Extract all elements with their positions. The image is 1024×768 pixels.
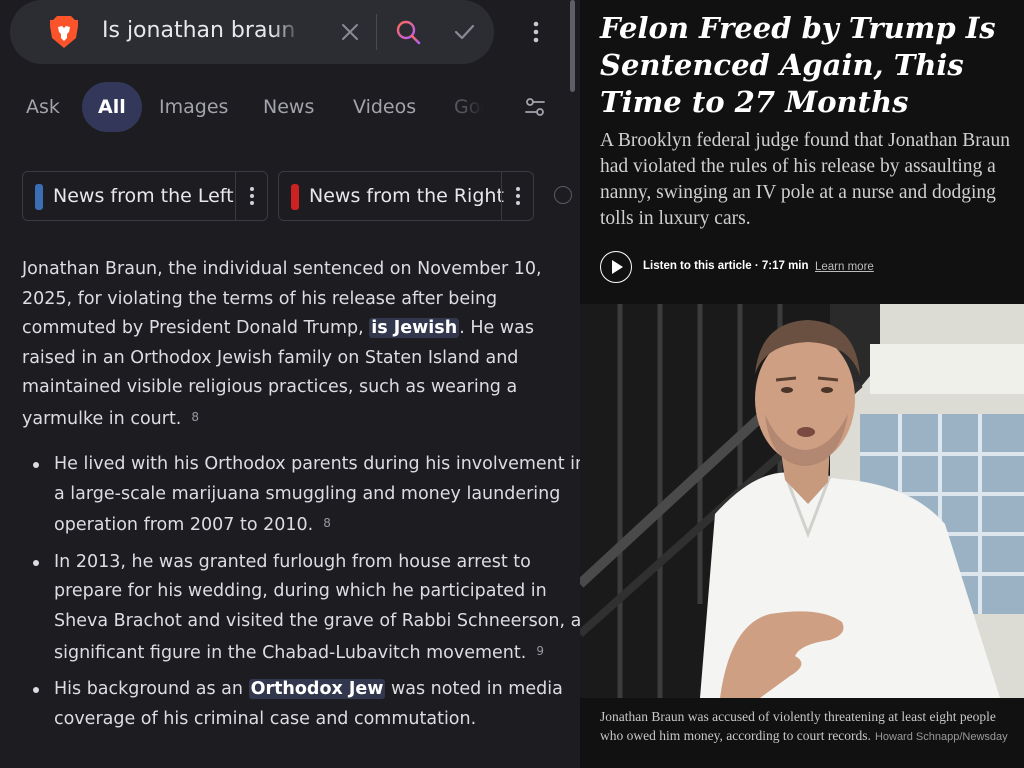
listen-to-article-label[interactable]: Listen to this article · 7:17 min <box>643 260 809 272</box>
bullet-text: He lived with his Orthodox parents durin… <box>54 454 580 536</box>
list-item: In 2013, he was granted furlough from ho… <box>33 548 580 668</box>
tab-videos[interactable]: Videos <box>353 82 416 132</box>
check-icon[interactable] <box>452 20 476 44</box>
brave-lion-icon <box>50 16 78 48</box>
chip-divider <box>501 172 502 220</box>
ai-answer-paragraph: Jonathan Braun, the individual sentenced… <box>22 255 562 435</box>
search-bar-divider <box>376 14 377 50</box>
news-from-right-chip[interactable]: News from the Right <box>278 171 534 221</box>
chip-divider <box>235 172 236 220</box>
tab-goggles[interactable]: Goggles <box>454 82 502 132</box>
tab-images[interactable]: Images <box>159 82 228 132</box>
chip-more-icon[interactable] <box>510 185 526 207</box>
bullet-text: His background as an <box>54 679 249 700</box>
answer-highlight: is Jewish <box>369 318 460 339</box>
tab-news[interactable]: News <box>263 82 314 132</box>
chip-label-right: News from the Right <box>309 185 504 207</box>
answer-bullet-list: He lived with his Orthodox parents durin… <box>22 450 580 741</box>
tab-ask[interactable]: Ask <box>26 82 60 132</box>
list-item: He lived with his Orthodox parents durin… <box>33 450 580 541</box>
play-audio-button[interactable] <box>600 251 632 283</box>
news-article-panel: Felon Freed by Trump Is Sentenced Again,… <box>580 0 1024 768</box>
answer-highlight: Orthodox Jew <box>248 679 386 700</box>
search-icon[interactable] <box>394 18 422 46</box>
more-menu-icon[interactable] <box>526 18 546 46</box>
chip-label-left: News from the Left <box>53 185 234 207</box>
right-bias-indicator <box>291 184 299 210</box>
learn-more-link[interactable]: Learn more <box>815 261 874 273</box>
tab-all[interactable]: All <box>82 82 142 132</box>
citation-link[interactable]: 8 <box>191 410 199 424</box>
bullet-text: In 2013, he was granted furlough from ho… <box>54 551 580 663</box>
search-results-panel: Is jonathan braun jewish Ask All Images … <box>0 0 580 768</box>
scrollbar[interactable] <box>570 0 575 92</box>
search-input[interactable]: Is jonathan braun jewish <box>102 18 302 43</box>
citation-link[interactable]: 9 <box>536 644 544 658</box>
article-summary: A Brooklyn federal judge found that Jona… <box>600 130 1010 229</box>
search-bar[interactable]: Is jonathan braun jewish <box>10 0 494 64</box>
list-item: His background as an Orthodox Jew was no… <box>33 675 580 734</box>
article-headline: Felon Freed by Trump Is Sentenced Again,… <box>600 11 996 119</box>
chip-more-icon[interactable] <box>244 185 260 207</box>
info-icon[interactable] <box>554 186 572 204</box>
news-from-left-chip[interactable]: News from the Left <box>22 171 268 221</box>
clear-icon[interactable] <box>338 20 362 44</box>
article-photo <box>580 304 1024 698</box>
citation-link[interactable]: 8 <box>323 516 331 530</box>
left-bias-indicator <box>35 184 43 210</box>
filter-settings-icon[interactable] <box>524 96 546 118</box>
photo-caption: Jonathan Braun was accused of violently … <box>600 708 1010 746</box>
photo-credit: Howard Schnapp/Newsday <box>874 730 1008 743</box>
result-tabs: Ask All Images News Videos Goggles <box>0 82 580 132</box>
